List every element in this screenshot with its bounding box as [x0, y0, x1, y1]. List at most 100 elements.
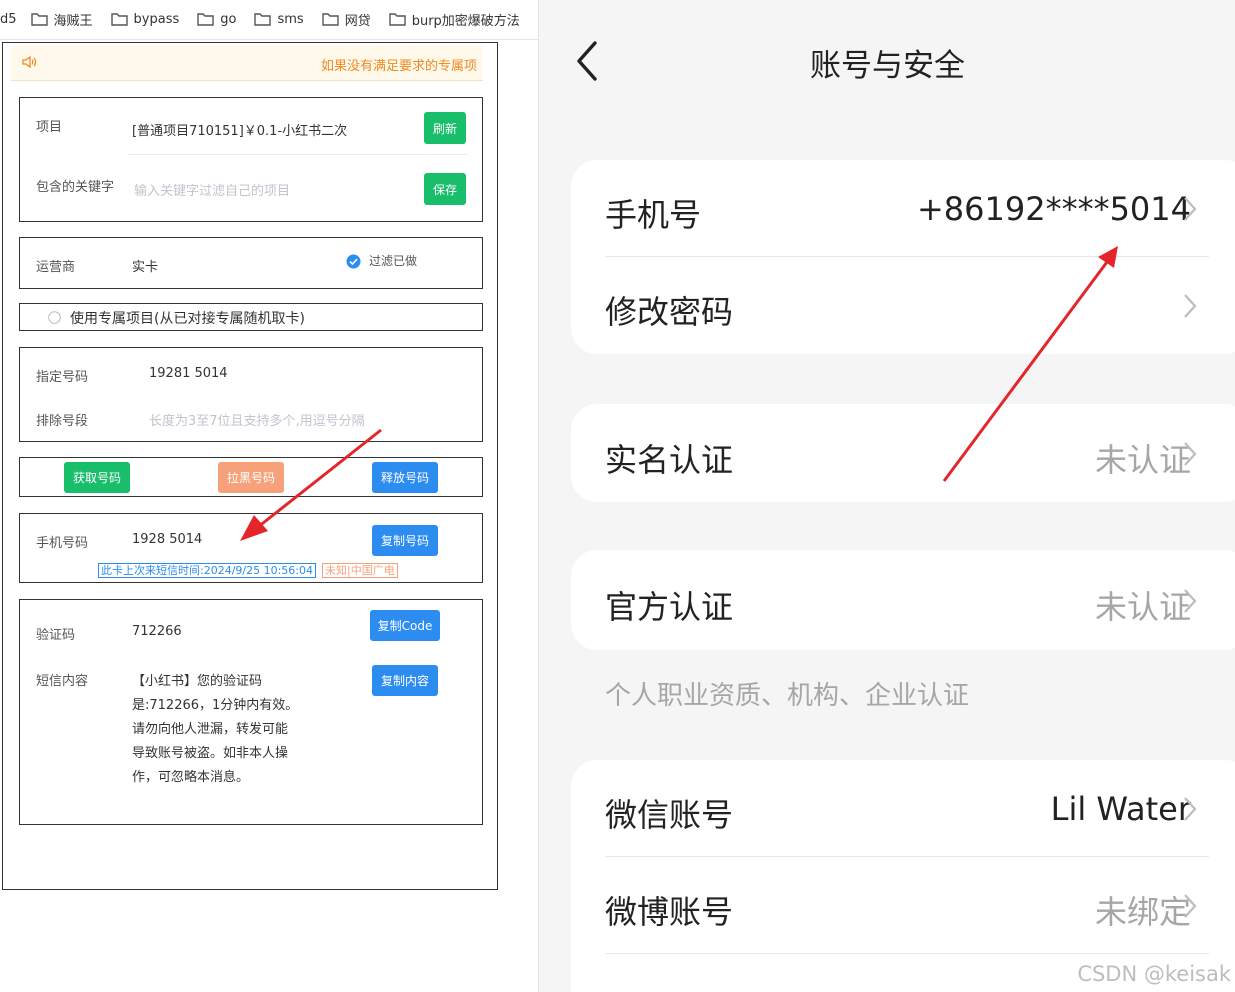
- blacklist-number-button[interactable]: 拉黑号码: [218, 462, 284, 493]
- code-box: 验证码 712266 复制Code 短信内容 复制内容 【小红书】您的验证码 是…: [19, 599, 483, 825]
- official-hint: 个人职业资质、机构、企业认证: [605, 681, 970, 711]
- chevron-right-icon: [1184, 894, 1197, 918]
- sms-content-label: 短信内容: [36, 674, 89, 689]
- phone-row-label: 手机号: [605, 196, 702, 234]
- exclude-prefix-input[interactable]: 长度为3至7位且支持多个,用逗号分隔: [149, 410, 365, 429]
- folder-icon: [254, 13, 272, 26]
- number-box: 指定号码 19281 5014 排除号段 长度为3至7位且支持多个,用逗号分隔: [19, 347, 483, 442]
- bookmark-d5[interactable]: d5: [0, 12, 17, 27]
- bookmark-label: burp加密爆破方法: [411, 14, 520, 29]
- folder-icon: [30, 13, 48, 26]
- phone-box: 手机号码 1928 5014 复制号码 此卡上次来短信时间:2024/9/25 …: [19, 513, 483, 583]
- project-value[interactable]: [普通项目710151]￥0.1-小红书二次: [132, 120, 347, 139]
- code-label: 验证码: [36, 628, 76, 643]
- account-security-page: 账号与安全 手机号 +86192****5014 修改密码 实名认证 未认证 官…: [538, 0, 1235, 992]
- csdn-watermark: CSDN @keisak: [1077, 962, 1231, 986]
- official-label: 官方认证: [605, 588, 734, 626]
- sms-line: 请勿向他人泄漏，转发可能: [132, 722, 289, 737]
- exclusive-label: 使用专属项目(从已对接专属随机取卡): [70, 311, 305, 327]
- project-box: 项目 [普通项目710151]￥0.1-小红书二次 刷新 包含的关键字 输入关键…: [19, 97, 483, 222]
- keyword-label: 包含的关键字: [36, 180, 115, 195]
- phone-value[interactable]: 1928 5014: [132, 532, 202, 547]
- change-password-row[interactable]: 修改密码: [571, 257, 1235, 354]
- sms-content-text[interactable]: 【小红书】您的验证码 是:712266，1分钟内有效。 请勿向他人泄漏，转发可能…: [132, 670, 298, 790]
- code-value[interactable]: 712266: [132, 624, 182, 639]
- bookmark-label: 网贷: [344, 14, 371, 29]
- operator-label: 运营商: [36, 260, 76, 275]
- copy-content-button[interactable]: 复制内容: [372, 665, 438, 696]
- bookmark-go[interactable]: go: [197, 12, 236, 27]
- wechat-row[interactable]: 微信账号 Lil Water: [571, 760, 1235, 857]
- wechat-value: Lil Water: [1050, 790, 1191, 828]
- save-button[interactable]: 保存: [424, 173, 466, 205]
- social-accounts-card: 微信账号 Lil Water 微博账号 未绑定: [571, 760, 1235, 992]
- specified-number-input[interactable]: 19281 5014: [149, 366, 228, 381]
- copy-number-button[interactable]: 复制号码: [372, 525, 438, 556]
- chevron-right-icon: [1184, 797, 1197, 821]
- notice-text: 如果没有满足要求的专属项: [320, 59, 477, 74]
- operator-value[interactable]: 实卡: [132, 256, 158, 275]
- folder-icon: [322, 13, 339, 26]
- chevron-right-icon: [1184, 294, 1197, 318]
- bookmark-label: sms: [277, 12, 304, 27]
- exclusive-box: 使用专属项目(从已对接专属随机取卡): [19, 303, 483, 331]
- bookmark-wangdai[interactable]: 网贷: [322, 10, 371, 29]
- sms-platform-page: d5 海贼王 bypass go sms 网贷 burp加密爆破方法 如果没有满…: [0, 0, 538, 992]
- bookmark-label: 海贼王: [53, 14, 93, 29]
- release-number-button[interactable]: 释放号码: [372, 462, 438, 493]
- chevron-right-icon: [1184, 197, 1197, 221]
- divider: [128, 154, 468, 155]
- bookmark-label: d5: [0, 12, 17, 27]
- project-label: 项目: [36, 120, 63, 135]
- sms-line: 【小红书】您的验证码: [132, 674, 263, 689]
- operator-box: 运营商 实卡 过滤已做: [19, 237, 483, 289]
- actions-box: 获取号码 拉黑号码 释放号码: [19, 457, 483, 497]
- bookmark-bypass[interactable]: bypass: [110, 12, 180, 27]
- weibo-status: 未绑定: [1094, 893, 1191, 931]
- bookmark-haizeiwang[interactable]: 海贼王: [30, 10, 93, 29]
- weibo-label: 微博账号: [605, 893, 734, 931]
- sms-line: 是:712266，1分钟内有效。: [132, 698, 299, 713]
- folder-icon: [197, 13, 214, 26]
- change-password-label: 修改密码: [605, 293, 734, 331]
- refresh-button[interactable]: 刷新: [424, 112, 466, 144]
- carrier-tag: 未知|中国广电: [322, 563, 398, 578]
- radio-icon[interactable]: [48, 311, 61, 324]
- official-status: 未认证: [1094, 588, 1191, 626]
- bookmark-burp[interactable]: burp加密爆破方法: [389, 10, 520, 29]
- specified-number-label: 指定号码: [36, 370, 89, 385]
- divider: [605, 953, 1209, 954]
- wechat-label: 微信账号: [605, 796, 734, 834]
- weibo-row[interactable]: 微博账号 未绑定: [571, 857, 1235, 954]
- exclude-prefix-label: 排除号段: [36, 414, 89, 429]
- phone-label: 手机号码: [36, 536, 89, 551]
- get-number-button[interactable]: 获取号码: [64, 462, 130, 493]
- checked-circle-icon[interactable]: [346, 254, 361, 269]
- bookmarks-bar: d5 海贼王 bypass go sms 网贷 burp加密爆破方法: [0, 0, 538, 40]
- filter-done-label: 过滤已做: [369, 254, 418, 268]
- folder-icon: [389, 13, 406, 26]
- keyword-input[interactable]: 输入关键字过滤自己的项目: [134, 180, 290, 199]
- realname-card[interactable]: 实名认证 未认证: [571, 404, 1235, 502]
- bookmark-label: go: [220, 12, 237, 27]
- last-sms-tag: 此卡上次来短信时间:2024/9/25 10:56:04: [98, 563, 317, 578]
- sms-line: 导致账号被盗。如非本人操: [132, 746, 289, 761]
- chevron-right-icon: [1184, 442, 1197, 466]
- realname-status: 未认证: [1094, 441, 1191, 479]
- sms-form-panel: 如果没有满足要求的专属项 项目 [普通项目710151]￥0.1-小红书二次 刷…: [2, 42, 498, 890]
- page-title: 账号与安全: [810, 48, 965, 84]
- folder-icon: [110, 13, 128, 26]
- official-card[interactable]: 官方认证 未认证: [571, 550, 1235, 650]
- bookmark-label: bypass: [133, 12, 180, 27]
- sms-line: 作，可忽略本消息。: [132, 770, 250, 785]
- notice-bar: 如果没有满足要求的专属项: [11, 45, 483, 81]
- phone-password-card: 手机号 +86192****5014 修改密码: [571, 160, 1235, 354]
- bookmark-sms[interactable]: sms: [254, 12, 304, 27]
- copy-code-button[interactable]: 复制Code: [370, 610, 440, 641]
- chevron-right-icon: [1184, 589, 1197, 613]
- speaker-icon: [22, 55, 37, 69]
- screenshot-root: d5 海贼王 bypass go sms 网贷 burp加密爆破方法 如果没有满…: [0, 0, 1235, 992]
- phone-row[interactable]: 手机号 +86192****5014: [571, 160, 1235, 257]
- realname-label: 实名认证: [605, 441, 734, 479]
- phone-row-value: +86192****5014: [916, 190, 1191, 228]
